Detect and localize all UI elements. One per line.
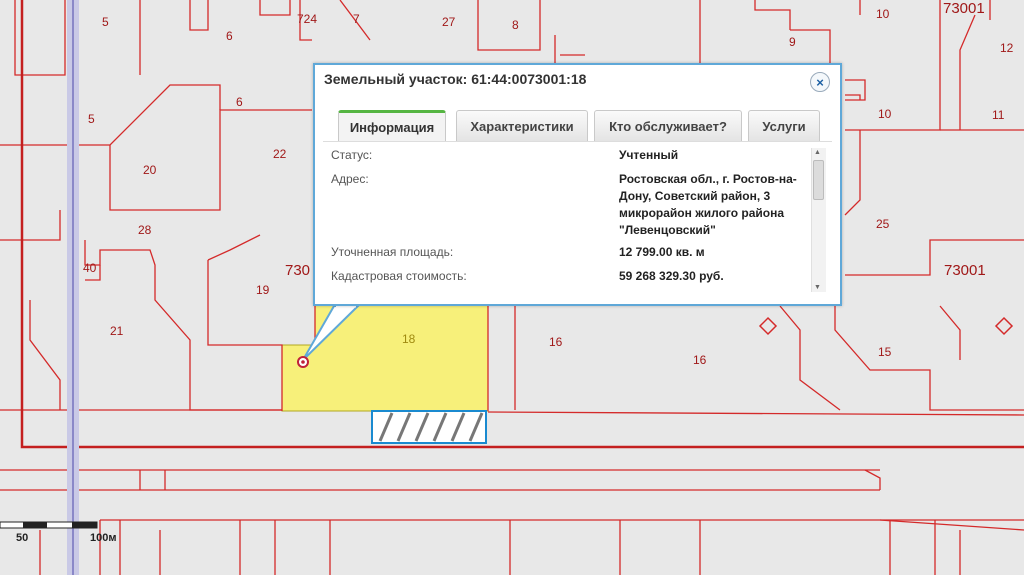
status-value: Учтенный <box>619 148 679 162</box>
scroll-up-icon[interactable]: ▲ <box>814 149 821 156</box>
plot-label: 21 <box>110 324 124 338</box>
area-value: 12 799.00 кв. м <box>619 245 705 259</box>
plot-label: 25 <box>876 217 890 231</box>
plot-label: 22 <box>273 147 287 161</box>
parcel-info-popup: Земельный участок: 61:44:0073001:18 × Ин… <box>313 63 842 306</box>
plot-label: 28 <box>138 223 152 237</box>
tab-services[interactable]: Услуги <box>748 110 820 141</box>
plot-label: 18 <box>402 332 416 346</box>
plot-label: 40 <box>83 261 97 275</box>
plot-label: 16 <box>693 353 707 367</box>
area-label: Уточненная площадь: <box>331 245 454 259</box>
plot-label: 73001 <box>943 0 985 17</box>
cadastral-cost-label: Кадастровая стоимость: <box>331 269 467 283</box>
plot-label: 724 <box>297 12 317 26</box>
plot-label: 16 <box>549 335 563 349</box>
close-icon[interactable]: × <box>810 72 830 92</box>
scale-bar <box>0 521 98 529</box>
plot-label: 10 <box>876 7 890 21</box>
plot-label: 10 <box>878 107 892 121</box>
plot-label: 9 <box>789 35 796 49</box>
plot-label: 11 <box>992 108 1005 122</box>
plot-label: 19 <box>256 283 270 297</box>
plot-label: 27 <box>442 15 456 29</box>
plot-label: 8 <box>512 18 519 32</box>
plot-label: 15 <box>878 345 892 359</box>
plot-label: 20 <box>143 163 157 177</box>
scale-label-100: 100м <box>90 532 117 544</box>
scale-label-50: 50 <box>16 532 29 544</box>
plot-label: 6 <box>236 95 243 109</box>
plot-label: 73001 <box>944 262 986 279</box>
location-marker-icon[interactable] <box>297 356 309 368</box>
hatched-object[interactable] <box>371 410 487 444</box>
scroll-thumb[interactable] <box>813 160 824 200</box>
plot-label: 730 <box>285 262 310 279</box>
address-label: Адрес: <box>331 172 369 186</box>
plot-label: 7 <box>353 12 360 26</box>
plot-label: 5 <box>102 15 109 29</box>
address-value: Ростовская обл., г. Ростов-на-Дону, Сове… <box>619 172 797 237</box>
plot-label: 5 <box>88 112 95 126</box>
tab-information[interactable]: Информация <box>338 110 446 141</box>
content-scrollbar[interactable]: ▲ ▼ <box>811 148 826 292</box>
plot-label: 6 <box>226 29 233 43</box>
popup-tabs: Информация Характеристики Кто обслуживае… <box>338 110 820 142</box>
cadastral-cost-value: 59 268 329.30 руб. <box>619 269 724 283</box>
scroll-down-icon[interactable]: ▼ <box>814 284 821 291</box>
popup-title: Земельный участок: 61:44:0073001:18 <box>324 71 587 87</box>
status-label: Статус: <box>331 148 373 162</box>
info-tab-content: Статус: Учтенный Адрес: Ростовская обл.,… <box>323 141 832 296</box>
plot-label: 12 <box>1000 41 1014 55</box>
tab-who-serves[interactable]: Кто обслуживает? <box>594 110 742 141</box>
tab-characteristics[interactable]: Характеристики <box>456 110 588 141</box>
